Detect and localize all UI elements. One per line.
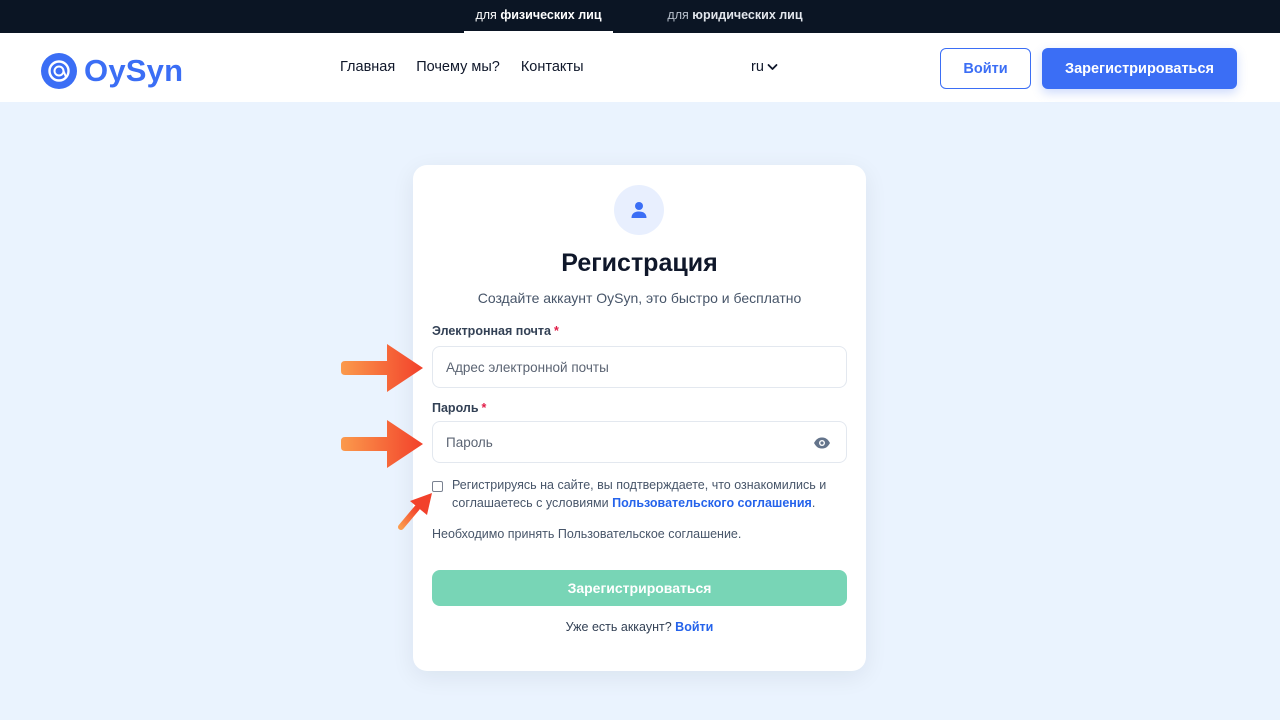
have-account-row: Уже есть аккаунт? Войти — [413, 620, 866, 634]
audience-switcher: для физических лиц для юридических лиц — [0, 0, 1280, 33]
email-label: Электронная почта * — [432, 324, 559, 338]
site-header: OySyn Главная Почему мы? Контакты ru Вой… — [0, 33, 1280, 102]
nav-item-contacts[interactable]: Контакты — [521, 59, 584, 75]
chevron-down-icon — [767, 64, 778, 70]
required-mark: * — [553, 324, 559, 338]
password-label-text: Пароль — [432, 401, 479, 415]
password-field — [432, 421, 847, 463]
tab-legal-label: юридических лиц — [692, 8, 803, 22]
header-register-button[interactable]: Зарегистрироваться — [1042, 48, 1237, 89]
consent-text-after: . — [811, 496, 816, 510]
email-input[interactable] — [433, 347, 846, 387]
required-mark: * — [481, 401, 487, 415]
tab-individuals-prefix: для — [475, 8, 497, 22]
arrow-right-icon — [341, 344, 423, 392]
have-account-text: Уже есть аккаунт? — [565, 620, 672, 634]
logo-mark-icon — [41, 53, 77, 89]
tab-individuals-label: физических лиц — [500, 8, 602, 22]
submit-register-button[interactable]: Зарегистрироваться — [432, 570, 847, 606]
language-selector[interactable]: ru — [751, 59, 778, 75]
email-field — [432, 346, 847, 388]
password-label: Пароль * — [432, 401, 486, 415]
email-label-text: Электронная почта — [432, 324, 551, 338]
page-title: Регистрация — [561, 249, 718, 277]
eye-icon[interactable] — [813, 435, 831, 451]
avatar — [614, 185, 664, 235]
language-value: ru — [751, 59, 764, 75]
logo[interactable]: OySyn — [41, 53, 183, 89]
user-agreement-link[interactable]: Пользовательского соглашения — [612, 496, 812, 510]
main-nav: Главная Почему мы? Контакты — [340, 59, 584, 75]
tab-legal-prefix: для — [667, 8, 689, 22]
tab-legal-entities[interactable]: для юридических лиц — [660, 0, 810, 33]
user-icon — [631, 202, 647, 218]
login-link[interactable]: Войти — [675, 620, 713, 634]
registration-card: Регистрация Создайте аккаунт OySyn, это … — [413, 165, 866, 671]
header-login-button[interactable]: Войти — [940, 48, 1031, 89]
arrow-up-right-icon — [398, 493, 432, 530]
nav-item-home[interactable]: Главная — [340, 59, 395, 75]
tab-individuals[interactable]: для физических лиц — [464, 0, 613, 33]
brand-name: OySyn — [84, 53, 184, 88]
arrow-right-icon — [341, 420, 423, 468]
password-input[interactable] — [433, 422, 846, 462]
nav-item-why-us[interactable]: Почему мы? — [416, 59, 500, 75]
page-subtitle: Создайте аккаунт OySyn, это быстро и бес… — [477, 290, 802, 306]
consent-error-message: Необходимо принять Пользовательское согл… — [432, 527, 742, 541]
consent-text: Регистрируясь на сайте, вы подтверждаете… — [452, 476, 852, 512]
